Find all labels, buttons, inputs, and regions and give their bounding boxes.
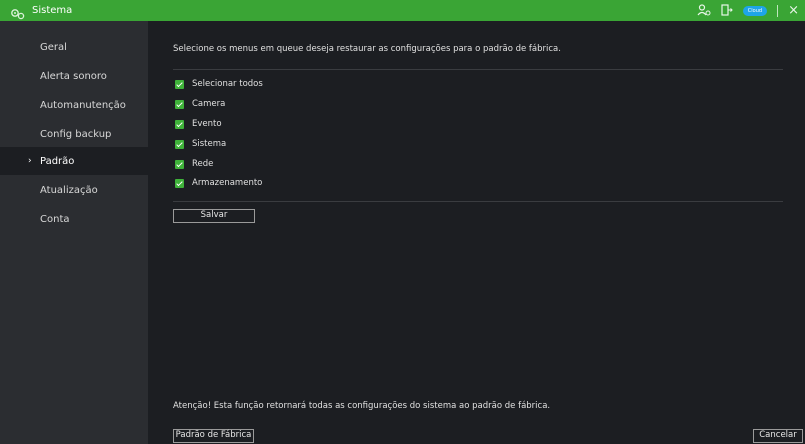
factory-default-button[interactable]: Padrão de Fábrica [173, 429, 254, 443]
cancel-button[interactable]: Cancelar [753, 429, 803, 443]
checkbox-sistema[interactable]: Sistema [175, 139, 226, 149]
sidebar-item-automanutencao[interactable]: Automanutenção [0, 91, 148, 119]
checkbox-label: Evento [192, 119, 222, 129]
checkbox-label: Camera [192, 99, 226, 109]
checkbox-checked-icon[interactable] [175, 139, 184, 149]
close-icon[interactable]: × [788, 4, 799, 17]
sidebar-item-label: Geral [40, 41, 67, 53]
checkbox-rede[interactable]: Rede [175, 159, 213, 169]
sidebar-item-label: Config backup [40, 128, 112, 140]
sidebar-item-conta[interactable]: Conta [0, 205, 148, 233]
checkbox-checked-icon[interactable] [175, 159, 184, 169]
checkbox-label: Sistema [192, 139, 227, 149]
cloud-icon[interactable]: Cloud [742, 5, 768, 16]
warning-text: Atenção! Esta função retornará todas as … [173, 401, 551, 411]
checkbox-armazenamento[interactable]: Armazenamento [175, 178, 262, 188]
user-settings-icon[interactable] [697, 1, 711, 20]
window-title: Sistema [32, 5, 73, 16]
settings-gear-icon [10, 5, 26, 19]
checkbox-label: Armazenamento [192, 178, 263, 188]
checkbox-select-all[interactable]: Selecionar todos [175, 79, 263, 89]
divider [777, 4, 779, 17]
sidebar-item-label: Automanutenção [40, 99, 126, 111]
checkbox-checked-icon[interactable] [175, 119, 184, 129]
checkbox-checked-icon[interactable] [175, 178, 184, 188]
divider [173, 201, 783, 202]
divider [173, 69, 783, 70]
title-bar: Sistema Cloud × [0, 0, 805, 21]
main-panel: Selecione os menus em queue deseja resta… [148, 21, 805, 444]
sidebar-item-padrao[interactable]: › Padrão [0, 147, 148, 175]
sidebar-item-label: Atualização [40, 184, 98, 196]
page-description: Selecione os menus em queue deseja resta… [173, 44, 561, 54]
sidebar-item-alerta-sonoro[interactable]: Alerta sonoro [0, 62, 148, 90]
chevron-right-icon: › [28, 156, 32, 166]
sidebar: Geral Alerta sonoro Automanutenção Confi… [0, 21, 148, 444]
sidebar-item-label: Padrão [40, 155, 75, 167]
sidebar-item-label: Alerta sonoro [40, 70, 107, 82]
save-button[interactable]: Salvar [173, 209, 255, 223]
sidebar-item-atualizacao[interactable]: Atualização [0, 176, 148, 204]
sidebar-item-config-backup[interactable]: Config backup [0, 120, 148, 148]
checkbox-label: Selecionar todos [192, 79, 263, 89]
checkbox-label: Rede [192, 159, 214, 169]
checkbox-evento[interactable]: Evento [175, 119, 222, 129]
sidebar-item-geral[interactable]: Geral [0, 33, 148, 61]
sidebar-item-label: Conta [40, 213, 70, 225]
checkbox-checked-icon[interactable] [175, 79, 184, 89]
checkbox-checked-icon[interactable] [175, 99, 184, 109]
logout-icon[interactable] [721, 1, 733, 20]
checkbox-camera[interactable]: Camera [175, 99, 225, 109]
